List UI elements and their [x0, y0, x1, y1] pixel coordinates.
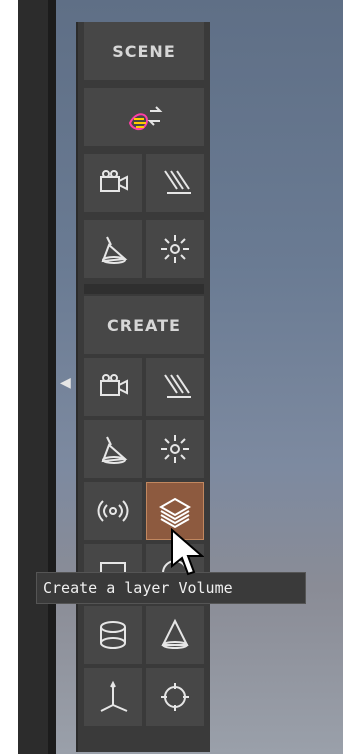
- collapse-arrow-icon[interactable]: ◀: [60, 374, 71, 392]
- scene-point-light-button[interactable]: [146, 220, 204, 278]
- brush-swap-icon: [128, 106, 163, 131]
- tools-toolbar: SCENE CREATE: [76, 22, 210, 752]
- create-camera-button[interactable]: [84, 358, 142, 416]
- cylinder-icon: [100, 621, 126, 649]
- scene-header: SCENE: [84, 22, 204, 80]
- cone-icon: [161, 618, 189, 649]
- create-header: CREATE: [84, 296, 204, 354]
- broadcast-icon: [97, 500, 129, 522]
- directional-light-icon: [164, 374, 191, 398]
- window-edge: [0, 0, 10, 754]
- create-cylinder-button[interactable]: [84, 606, 142, 664]
- create-directional-light-button[interactable]: [146, 358, 204, 416]
- point-light-icon: [161, 435, 189, 463]
- scene-header-label: SCENE: [112, 41, 176, 61]
- point-light-icon: [161, 235, 189, 263]
- mouse-cursor-icon: [171, 528, 204, 576]
- camera-icon: [100, 170, 128, 192]
- axis-icon: [100, 680, 128, 712]
- section-separator: [84, 284, 204, 294]
- create-cone-button[interactable]: [146, 606, 204, 664]
- create-spot-light-button[interactable]: [84, 420, 142, 478]
- create-target-button[interactable]: [146, 668, 204, 726]
- scene-spot-light-button[interactable]: [84, 220, 142, 278]
- camera-icon: [100, 374, 128, 396]
- spot-light-icon: [101, 436, 128, 464]
- directional-light-icon: [164, 170, 191, 194]
- create-axis-button[interactable]: [84, 668, 142, 726]
- spot-light-icon: [101, 236, 128, 264]
- create-header-label: CREATE: [107, 315, 181, 335]
- scene-brush-swap-button[interactable]: [84, 88, 204, 146]
- dock-divider: [48, 0, 56, 754]
- target-icon: [161, 683, 189, 711]
- create-point-light-button[interactable]: [146, 420, 204, 478]
- scene-directional-light-button[interactable]: [146, 154, 204, 212]
- create-broadcast-button[interactable]: [84, 482, 142, 540]
- layers-icon: [158, 497, 192, 529]
- tooltip: Create a layer Volume: [36, 572, 306, 604]
- scene-camera-button[interactable]: [84, 154, 142, 212]
- tooltip-text: Create a layer Volume: [43, 579, 233, 597]
